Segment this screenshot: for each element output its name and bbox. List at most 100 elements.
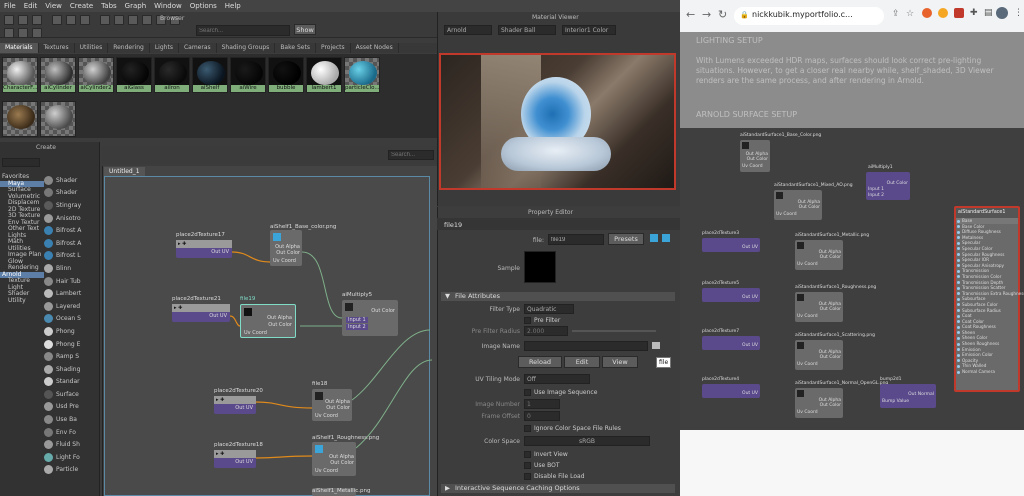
graph-node-file18[interactable]: Out Alpha Out Color Uv Coord [312,389,352,421]
create-node-item[interactable]: Lambert [44,287,100,300]
create-node-item[interactable]: Bifrost A [44,237,100,250]
create-tree-item[interactable]: Utility [0,297,44,305]
create-node-item[interactable]: Blinn [44,262,100,275]
create-node-item[interactable]: Shader [44,187,100,200]
create-node-item[interactable]: Particle [44,464,100,477]
disable-file-load-checkbox[interactable] [524,473,531,480]
graph-node-file19[interactable]: Out Alpha Out Color Uv Coord [240,304,296,338]
invert-view-checkbox[interactable] [524,451,531,458]
material-swatch[interactable]: aiCylinder [40,57,76,93]
use-bot-checkbox[interactable] [524,462,531,469]
extensions-puzzle-icon[interactable]: ✚ [970,8,978,18]
uv-tiling-select[interactable]: Off [524,374,590,384]
material-swatch[interactable]: aiShelf [192,57,228,93]
section-caching-options[interactable]: Interactive Sequence Caching Options ▶ [441,484,675,493]
menu-item[interactable]: Options [190,2,217,10]
menu-item[interactable]: File [4,2,16,10]
filter-type-select[interactable]: Quadratic [524,304,574,314]
pre-filter-radius-slider[interactable] [572,330,656,332]
reload-icon[interactable]: ↻ [718,8,727,21]
toolbar-icon[interactable] [52,15,62,25]
menu-item[interactable]: Create [70,2,93,10]
copy-tab-icon[interactable] [662,234,670,242]
image-number-field[interactable]: 1 [524,399,560,409]
create-node-item[interactable]: Standar [44,376,100,389]
address-bar[interactable]: nickkubik.myportfolio.c... [752,10,853,19]
browser-tab[interactable]: Bake Sets [275,43,316,53]
environment-select[interactable]: Interior1 Color [562,25,616,35]
frame-offset-field[interactable]: 0 [524,411,560,421]
image-name-field[interactable] [524,341,648,351]
reading-list-icon[interactable]: ▤ [984,8,993,18]
menu-item[interactable]: Help [225,2,241,10]
toolbar-icon[interactable] [18,15,28,25]
bookmark-icon[interactable]: ☆ [906,9,914,19]
profile-avatar[interactable] [996,7,1008,19]
browser-tab[interactable]: Asset Nodes [351,43,399,53]
toolbar-icon[interactable] [66,15,76,25]
create-node-item[interactable]: Bifrost L [44,250,100,263]
toolbar-icon[interactable] [142,15,152,25]
browser-tab[interactable]: Cameras [179,43,217,53]
create-node-item[interactable]: Ocean S [44,313,100,326]
folder-icon[interactable] [652,342,660,349]
browser-search-input[interactable] [196,25,290,36]
browser-tab[interactable]: Projects [316,43,351,53]
property-node-tab[interactable]: file19 [444,221,462,229]
browser-tab[interactable]: Materials [0,43,39,53]
renderer-select[interactable]: Arnold [444,25,492,35]
material-swatch[interactable]: aiCylinder2 [78,57,114,93]
focus-icon[interactable] [650,234,658,242]
menu-item[interactable]: Edit [24,2,38,10]
menu-icon[interactable]: ⋮ [1014,8,1023,18]
create-node-item[interactable]: Shader [44,174,100,187]
material-swatch[interactable]: lambert1 [306,57,342,93]
material-swatch[interactable] [2,101,38,137]
file-name-field[interactable] [548,234,604,245]
toolbar-icon[interactable] [100,15,110,25]
toolbar-icon[interactable] [80,15,90,25]
create-node-item[interactable]: Surface [44,388,100,401]
toolbar-icon[interactable] [18,28,28,38]
create-node-item[interactable]: Usd Pre [44,401,100,414]
graph-node-aimultiply5[interactable]: Out Color Input 1 Input 2 [342,300,398,336]
graph-node-place2dtexture20[interactable]: ▸ ✚ Out UV [214,396,256,414]
extension-icon[interactable] [922,8,932,18]
toolbar-icon[interactable] [32,15,42,25]
create-node-item[interactable]: Phong E [44,338,100,351]
material-swatch[interactable]: aiWire [230,57,266,93]
section-file-attributes[interactable]: File Attributes ▼ [441,292,675,301]
view-button[interactable]: View [602,356,638,368]
toolbar-icon[interactable] [4,15,14,25]
toolbar-icon[interactable] [128,15,138,25]
browser-tab[interactable]: Lights [150,43,179,53]
create-node-item[interactable]: Light Fo [44,451,100,464]
material-swatch[interactable]: particleClo... [344,57,380,93]
toolbar-icon[interactable] [114,15,124,25]
create-node-item[interactable]: Phong [44,325,100,338]
browser-tab[interactable]: Utilities [75,43,109,53]
material-swatch[interactable]: bubble [268,57,304,93]
menu-item[interactable]: Tabs [101,2,117,10]
toolbar-icon[interactable] [4,28,14,38]
create-node-item[interactable]: Use Ba [44,413,100,426]
material-swatch[interactable]: aiGlass [116,57,152,93]
menu-item[interactable]: View [45,2,62,10]
create-node-item[interactable]: Bifrost A [44,224,100,237]
create-node-item[interactable]: Fluid Sh [44,438,100,451]
material-swatch[interactable]: aiIron [154,57,190,93]
ignore-cs-checkbox[interactable] [524,425,531,432]
extension-icon[interactable] [938,8,948,18]
graph-node-place2dtexture21[interactable]: ▸ ✚ Out UV [172,304,230,322]
menu-item[interactable]: Window [154,2,182,10]
create-node-item[interactable]: Anisotro [44,212,100,225]
pre-filter-radius-field[interactable]: 2.000 [524,326,568,336]
tab-untitled-1[interactable]: Untitled_1 [104,167,145,176]
forward-icon[interactable]: → [702,8,711,21]
create-node-item[interactable]: Env Fo [44,426,100,439]
graph-node-place2dtexture18[interactable]: ▸ ✚ Out UV [214,450,256,468]
browser-tab[interactable]: Rendering [108,43,150,53]
graph-node-file-roughness[interactable]: Out Alpha Out Color Uv Coord [312,442,356,476]
pre-filter-checkbox[interactable] [524,317,531,324]
graph-node-place2dtexture17[interactable]: ▸ ✚ Out UV [176,240,232,258]
